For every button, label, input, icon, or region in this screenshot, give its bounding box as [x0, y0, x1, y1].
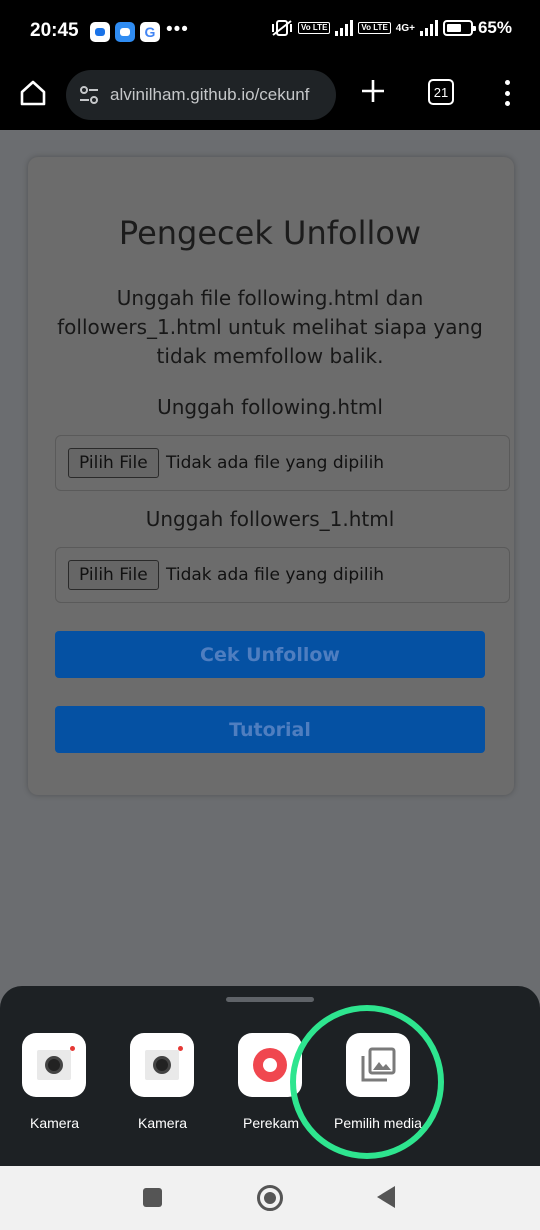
app-label-camera-2: Kamera [138, 1115, 188, 1131]
volte-badge-2: Vo LTE [358, 22, 391, 34]
camera-icon [37, 1046, 75, 1080]
followers-choose-file-button[interactable]: Pilih File [68, 560, 159, 590]
home-icon[interactable] [18, 78, 48, 108]
signal-icon [335, 20, 354, 36]
app-label-camera-1: Kamera [30, 1115, 80, 1131]
signal-icon-2 [419, 20, 438, 36]
page-description: Unggah file following.html dan followers… [57, 286, 483, 368]
highlight-circle [290, 1005, 444, 1159]
home-circle-icon[interactable] [257, 1185, 283, 1211]
status-time: 20:45 [30, 20, 79, 41]
chat-notification-icon [115, 22, 135, 42]
tutorial-button[interactable]: Tutorial [55, 706, 485, 753]
followers-file-input[interactable]: Pilih File Tidak ada file yang dipilih [55, 547, 510, 603]
tab-count: 21 [433, 84, 449, 100]
battery-icon [442, 20, 476, 36]
followers-file-status: Tidak ada file yang dipilih [166, 565, 385, 585]
google-notification-icon: G [140, 22, 160, 42]
sheet-drag-handle[interactable] [226, 997, 314, 1002]
vibrate-off-icon [272, 20, 293, 36]
following-file-status: Tidak ada file yang dipilih [166, 453, 385, 473]
following-choose-file-button[interactable]: Pilih File [68, 448, 159, 478]
more-notifications-icon: ••• [166, 19, 189, 40]
battery-percent: 65% [477, 18, 512, 37]
url-bar[interactable]: alvinilham.github.io/cekunf [66, 70, 336, 120]
url-text[interactable]: alvinilham.github.io/cekunf [110, 85, 309, 105]
plus-icon[interactable] [358, 76, 388, 106]
recorder-icon [253, 1048, 287, 1082]
upload-following-label: Unggah following.html [157, 395, 383, 419]
app-camera-1[interactable] [22, 1033, 86, 1097]
app-picker-sheet: Kamera Kamera Perekam Pemilih media [0, 986, 540, 1166]
app-camera-2[interactable] [130, 1033, 194, 1097]
back-icon[interactable] [377, 1186, 395, 1208]
tune-icon[interactable] [78, 84, 100, 106]
page-title: Pengecek Unfollow [118, 214, 422, 252]
following-file-input[interactable]: Pilih File Tidak ada file yang dipilih [55, 435, 510, 491]
status-right-group: Vo LTE Vo LTE 4G+ 65% [271, 18, 512, 38]
volte-badge: Vo LTE [298, 22, 331, 34]
messages-notification-icon [90, 22, 110, 42]
upload-followers-label: Unggah followers_1.html [145, 507, 395, 531]
more-vertical-icon[interactable] [500, 78, 514, 108]
recents-icon[interactable] [143, 1188, 162, 1207]
check-unfollow-button[interactable]: Cek Unfollow [55, 631, 485, 678]
camera-icon [145, 1046, 183, 1080]
browser-toolbar: alvinilham.github.io/cekunf 21 [0, 64, 540, 130]
tabs-icon[interactable]: 21 [428, 79, 454, 105]
network-type: 4G+ [395, 22, 415, 34]
system-nav-bar [0, 1166, 540, 1230]
app-label-recorder: Perekam [243, 1115, 300, 1131]
status-bar: 20:45 G ••• Vo LTE Vo LTE 4G+ 65% [0, 0, 540, 64]
